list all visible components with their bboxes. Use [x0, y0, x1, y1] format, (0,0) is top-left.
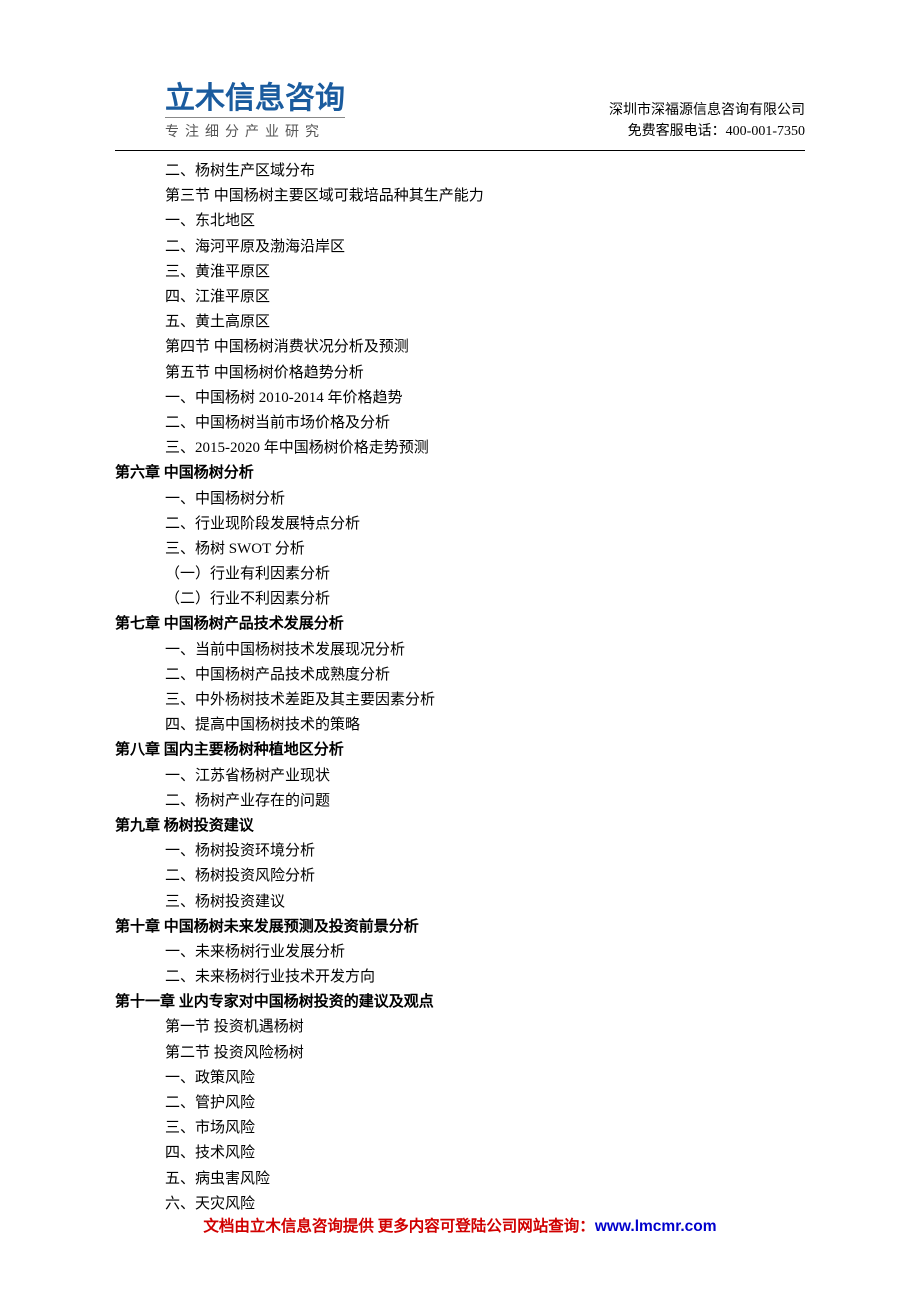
company-name: 深圳市深福源信息咨询有限公司 — [609, 100, 805, 121]
toc-item: 四、江淮平原区 — [165, 285, 805, 310]
toc-item: 六、天灾风险 — [165, 1192, 805, 1217]
toc-chapter: 第十一章 业内专家对中国杨树投资的建议及观点 — [115, 990, 805, 1015]
toc-item: 二、杨树投资风险分析 — [165, 864, 805, 889]
header-company-info: 深圳市深福源信息咨询有限公司 免费客服电话：400-001-7350 — [609, 100, 805, 144]
toc-item: 一、当前中国杨树技术发展现况分析 — [165, 638, 805, 663]
toc-item: 一、政策风险 — [165, 1066, 805, 1091]
toc-item: 第四节 中国杨树消费状况分析及预测 — [165, 335, 805, 360]
toc-item: 第一节 投资机遇杨树 — [165, 1015, 805, 1040]
toc-item: 二、杨树生产区域分布 — [165, 159, 805, 184]
toc-item: 二、行业现阶段发展特点分析 — [165, 512, 805, 537]
toc-chapter: 第九章 杨树投资建议 — [115, 814, 805, 839]
logo-title: 立木信息咨询 — [165, 82, 345, 115]
toc-item: 一、江苏省杨树产业现状 — [165, 764, 805, 789]
toc-item: 三、黄淮平原区 — [165, 260, 805, 285]
toc-item: 二、杨树产业存在的问题 — [165, 789, 805, 814]
toc-item: 一、中国杨树 2010-2014 年价格趋势 — [165, 386, 805, 411]
toc-item: 第三节 中国杨树主要区域可栽培品种其生产能力 — [165, 184, 805, 209]
toc-item: 四、提高中国杨树技术的策略 — [165, 713, 805, 738]
toc-chapter: 第十章 中国杨树未来发展预测及投资前景分析 — [115, 915, 805, 940]
footer-url[interactable]: www.lmcmr.com — [595, 1218, 717, 1235]
toc-item: 一、中国杨树分析 — [165, 487, 805, 512]
toc-item: 第二节 投资风险杨树 — [165, 1041, 805, 1066]
hotline: 免费客服电话：400-001-7350 — [609, 121, 805, 142]
toc-item: 三、市场风险 — [165, 1116, 805, 1141]
toc-item: 一、东北地区 — [165, 209, 805, 234]
toc-item: 二、海河平原及渤海沿岸区 — [165, 235, 805, 260]
toc-item: 五、病虫害风险 — [165, 1167, 805, 1192]
toc-item: （二）行业不利因素分析 — [165, 587, 805, 612]
toc-item: 第五节 中国杨树价格趋势分析 — [165, 361, 805, 386]
logo-block: 立木信息咨询 专注细分产业研究 — [115, 82, 345, 144]
toc-item: 一、未来杨树行业发展分析 — [165, 940, 805, 965]
toc-item: 三、杨树 SWOT 分析 — [165, 537, 805, 562]
document-page: 立木信息咨询 专注细分产业研究 深圳市深福源信息咨询有限公司 免费客服电话：40… — [0, 0, 920, 1277]
hotline-label: 免费客服电话： — [628, 124, 726, 139]
table-of-contents: 二、杨树生产区域分布第三节 中国杨树主要区域可栽培品种其生产能力一、东北地区二、… — [115, 159, 805, 1217]
toc-item: 二、中国杨树当前市场价格及分析 — [165, 411, 805, 436]
toc-chapter: 第八章 国内主要杨树种植地区分析 — [115, 738, 805, 763]
page-footer: 文档由立木信息咨询提供 更多内容可登陆公司网站查询：www.lmcmr.com — [0, 1214, 920, 1240]
toc-item: 三、中外杨树技术差距及其主要因素分析 — [165, 688, 805, 713]
toc-item: 三、2015-2020 年中国杨树价格走势预测 — [165, 436, 805, 461]
toc-item: 一、杨树投资环境分析 — [165, 839, 805, 864]
page-header: 立木信息咨询 专注细分产业研究 深圳市深福源信息咨询有限公司 免费客服电话：40… — [115, 82, 805, 151]
footer-text: 文档由立木信息咨询提供 更多内容可登陆公司网站查询： — [203, 1218, 594, 1235]
toc-item: 二、管护风险 — [165, 1091, 805, 1116]
logo-subtitle: 专注细分产业研究 — [165, 117, 345, 144]
toc-item: 五、黄土高原区 — [165, 310, 805, 335]
toc-item: 二、中国杨树产品技术成熟度分析 — [165, 663, 805, 688]
toc-item: 二、未来杨树行业技术开发方向 — [165, 965, 805, 990]
toc-chapter: 第七章 中国杨树产品技术发展分析 — [115, 612, 805, 637]
toc-item: （一）行业有利因素分析 — [165, 562, 805, 587]
toc-item: 三、杨树投资建议 — [165, 890, 805, 915]
toc-item: 四、技术风险 — [165, 1141, 805, 1166]
toc-chapter: 第六章 中国杨树分析 — [115, 461, 805, 486]
hotline-number: 400-001-7350 — [726, 124, 805, 139]
